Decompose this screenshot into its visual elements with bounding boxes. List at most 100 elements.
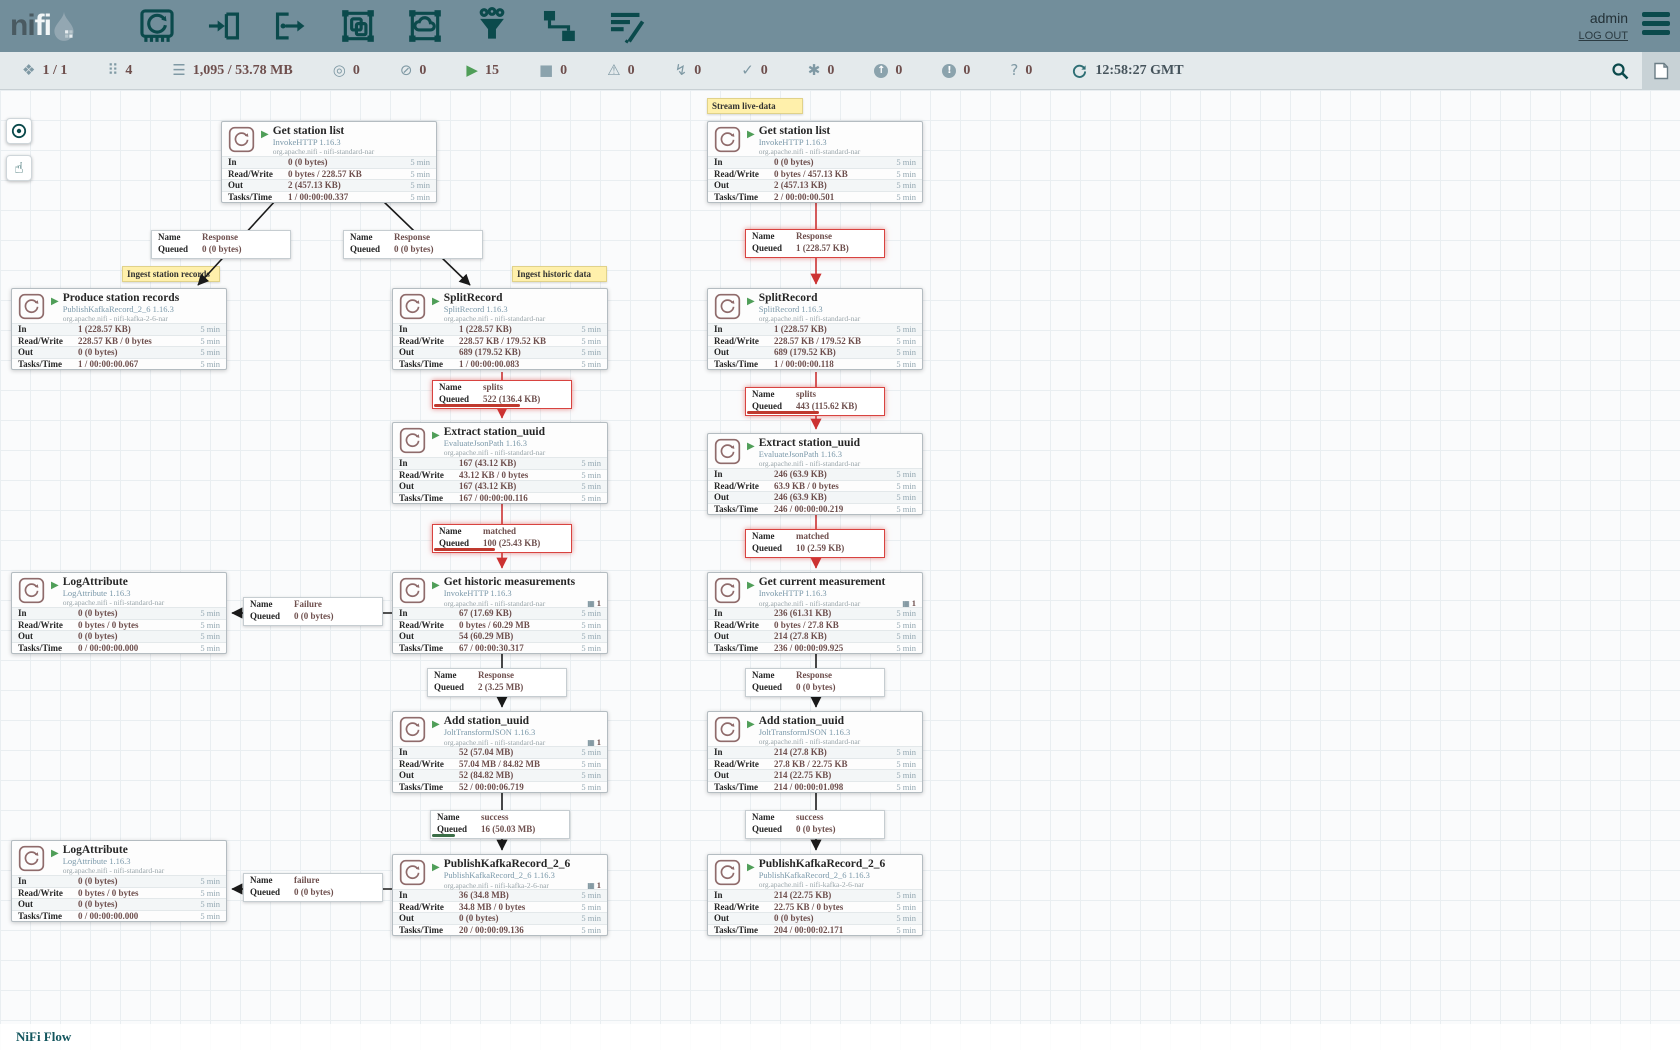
output-port-component-button[interactable] — [270, 5, 312, 47]
transmitting-stat: ◎0 — [333, 63, 360, 79]
connection-label[interactable]: NameResponse Queued1 (228.57 KB) — [745, 229, 885, 258]
processor-get-station-list-historic[interactable]: ▶ Get station list InvokeHTTP 1.16.3 org… — [221, 121, 437, 203]
running-status-icon: ▶ — [747, 441, 755, 467]
selection-hand-button[interactable]: ☝ — [6, 155, 32, 181]
stat-row-out: Out689 (179.52 KB)5 min — [708, 346, 922, 358]
stat-row-in: In0 (0 bytes)5 min — [12, 875, 226, 887]
stat-row-out: Out54 (60.29 MB)5 min — [393, 630, 607, 642]
hand-pointer-icon: ☝ — [14, 159, 23, 177]
processor-get-current-measurement[interactable]: ▶ Get current measurement InvokeHTTP 1.1… — [707, 572, 923, 654]
connection-label[interactable]: NameResponse Queued2 (3.25 MB) — [427, 668, 567, 697]
stat-row-read-write: Read/Write0 bytes / 228.57 KB5 min — [222, 168, 436, 180]
input-port-component-button[interactable] — [203, 5, 245, 47]
connection-name: Failure — [294, 599, 322, 609]
remote-process-group-component-button[interactable] — [404, 5, 446, 47]
processor-add-station-uuid-historic[interactable]: ▶ Add station_uuid JoltTransformJSON 1.1… — [392, 711, 608, 793]
processor-icon — [714, 438, 741, 465]
running-status-icon: ▶ — [432, 430, 440, 456]
cluster-icon: ❖ — [22, 63, 35, 78]
connection-label[interactable]: Namesplits Queued443 (115.62 KB) — [745, 387, 885, 416]
connection-label[interactable]: Namematched Queued10 (2.59 KB) — [745, 529, 885, 558]
stopped-stat: ■0 — [539, 63, 567, 79]
cluster-stat: ❖1 / 1 — [22, 63, 67, 79]
stat-row-tasks-time: Tasks/Time214 / 00:00:01.0985 min — [708, 781, 922, 793]
connection-queued: 100 (25.43 KB) — [483, 538, 540, 548]
processor-bundle: org.apache.nifi - nifi-standard-nar — [759, 599, 860, 608]
funnel-component-button[interactable] — [471, 5, 513, 47]
processor-icon — [399, 427, 426, 454]
stat-row-tasks-time: Tasks/Time1 / 00:00:00.1185 min — [708, 358, 922, 370]
stat-row-tasks-time: Tasks/Time236 / 00:00:09.9255 min — [708, 642, 922, 654]
stat-row-read-write: Read/Write0 bytes / 27.8 KB5 min — [708, 619, 922, 631]
stat-row-in: In0 (0 bytes)5 min — [12, 607, 226, 619]
stat-row-in: In167 (43.12 KB)5 min — [393, 457, 607, 469]
connection-queued: 522 (136.4 KB) — [483, 394, 540, 404]
processor-type: InvokeHTTP 1.16.3 — [273, 137, 430, 147]
invalid-stat: ⚠0 — [607, 63, 634, 79]
processor-extract-station-uuid-historic[interactable]: ▶ Extract station_uuid EvaluateJsonPath … — [392, 422, 608, 504]
connection-name: failure — [294, 875, 319, 885]
template-component-button[interactable] — [538, 5, 580, 47]
processor-splitrecord-live[interactable]: ▶ SplitRecord SplitRecord 1.16.3 org.apa… — [707, 288, 923, 370]
refresh-icon[interactable] — [1072, 63, 1087, 78]
processor-add-station-uuid-live[interactable]: ▶ Add station_uuid JoltTransformJSON 1.1… — [707, 711, 923, 793]
processor-name: Add station_uuid — [759, 715, 916, 727]
app-header: nifi — [0, 0, 1680, 52]
running-status-icon: ▶ — [432, 580, 440, 606]
stat-row-out: Out0 (0 bytes)5 min — [708, 912, 922, 924]
connection-name: Response — [478, 670, 514, 680]
label-component-button[interactable] — [605, 5, 647, 47]
processor-icon — [714, 126, 741, 153]
processor-name: SplitRecord — [444, 292, 601, 304]
search-button[interactable] — [1598, 52, 1642, 90]
processor-publish-kafka-historic[interactable]: ▶ PublishKafkaRecord_2_6 PublishKafkaRec… — [392, 854, 608, 936]
connection-label[interactable]: NameResponse Queued0 (0 bytes) — [745, 668, 885, 697]
up-to-date-icon: ✓ — [741, 63, 754, 78]
flow-canvas[interactable]: Stream live-dataIngest station recordsIn… — [0, 0, 1680, 1050]
processor-splitrecord-historic[interactable]: ▶ SplitRecord SplitRecord 1.16.3 org.apa… — [392, 288, 608, 370]
stat-row-in: In36 (34.8 MB)5 min — [393, 889, 607, 901]
processor-name: Produce station records — [63, 292, 220, 304]
global-menu-button[interactable] — [1642, 12, 1670, 35]
threads-icon: ⠿ — [107, 63, 118, 78]
processor-bundle: org.apache.nifi - nifi-standard-nar — [759, 314, 860, 323]
processor-bundle: org.apache.nifi - nifi-kafka-2-6-nar — [759, 880, 864, 889]
processor-get-station-list-live[interactable]: ▶ Get station list InvokeHTTP 1.16.3 org… — [707, 121, 923, 203]
connection-label[interactable]: Namesuccess Queued0 (0 bytes) — [745, 810, 885, 839]
threads-badge-icon: ▦ — [587, 599, 595, 608]
stat-row-tasks-time: Tasks/Time1 / 00:00:00.3375 min — [222, 191, 436, 203]
processor-type: InvokeHTTP 1.16.3 — [759, 588, 916, 598]
processor-log-attribute-1[interactable]: ▶ LogAttribute LogAttribute 1.16.3 org.a… — [11, 572, 227, 654]
processor-name: Get station list — [273, 125, 430, 137]
connection-label[interactable]: Namematched Queued100 (25.43 KB) — [432, 524, 572, 553]
processor-bundle: org.apache.nifi - nifi-standard-nar — [444, 448, 545, 457]
processor-get-historic-measurements[interactable]: ▶ Get historic measurements InvokeHTTP 1… — [392, 572, 608, 654]
last-refresh-time: 12:58:27 GMT — [1095, 63, 1183, 79]
invalid-icon: ⚠ — [607, 63, 620, 78]
stat-row-read-write: Read/Write22.75 KB / 0 bytes5 min — [708, 901, 922, 913]
connection-label[interactable]: NameFailure Queued0 (0 bytes) — [243, 597, 383, 626]
processor-produce-station-records[interactable]: ▶ Produce station records PublishKafkaRe… — [11, 288, 227, 370]
bulletin-panel-button[interactable] — [1642, 52, 1680, 90]
connection-label[interactable]: NameResponse Queued0 (0 bytes) — [343, 230, 483, 259]
processor-icon — [714, 293, 741, 320]
connection-label[interactable]: Namesuccess Queued16 (50.03 MB) — [430, 810, 570, 839]
connection-label[interactable]: Namesplits Queued522 (136.4 KB) — [432, 380, 572, 409]
running-stat: ▶15 — [466, 63, 499, 79]
connection-label[interactable]: NameResponse Queued0 (0 bytes) — [151, 230, 291, 259]
stat-row-read-write: Read/Write0 bytes / 457.13 KB5 min — [708, 168, 922, 180]
breadcrumb-nifi-flow[interactable]: NiFi Flow — [16, 1029, 71, 1045]
processor-log-attribute-2[interactable]: ▶ LogAttribute LogAttribute 1.16.3 org.a… — [11, 840, 227, 922]
connection-queued: 10 (2.59 KB) — [796, 543, 844, 553]
processor-publish-kafka-live[interactable]: ▶ PublishKafkaRecord_2_6 PublishKafkaRec… — [707, 854, 923, 936]
birdseye-toggle-button[interactable] — [6, 118, 32, 144]
disabled-stat: ↯0 — [675, 63, 702, 79]
connection-label[interactable]: Namefailure Queued0 (0 bytes) — [243, 873, 383, 902]
processor-extract-station-uuid-live[interactable]: ▶ Extract station_uuid EvaluateJsonPath … — [707, 433, 923, 515]
processor-type: JoltTransformJSON 1.16.3 — [759, 727, 916, 737]
processor-component-button[interactable] — [136, 5, 178, 47]
running-status-icon: ▶ — [432, 862, 440, 888]
stat-row-tasks-time: Tasks/Time246 / 00:00:00.2195 min — [708, 503, 922, 515]
process-group-component-button[interactable] — [337, 5, 379, 47]
logout-link[interactable]: LOG OUT — [1578, 30, 1628, 42]
